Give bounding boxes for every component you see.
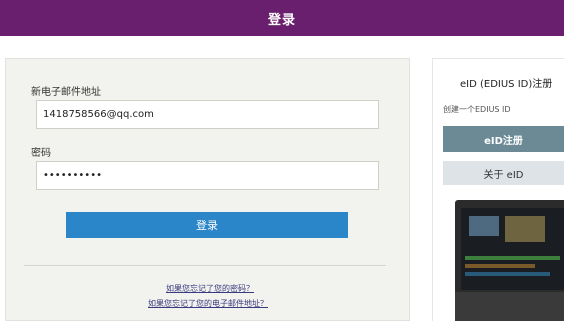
email-label: 新电子邮件地址 [31, 87, 101, 98]
divider [24, 265, 386, 266]
password-field[interactable] [36, 161, 379, 190]
eid-title: eID (EDIUS ID)注册 [460, 79, 553, 90]
forgot-password-link[interactable]: 如果您忘记了您的密码？ [166, 283, 254, 294]
login-button[interactable]: 登录 [66, 212, 348, 238]
timeline-track [465, 272, 550, 276]
about-eid-button[interactable]: 关于 eID [443, 161, 564, 185]
preview-pane [505, 216, 545, 242]
page-title: 登录 [267, 12, 296, 28]
laptop-screen [461, 208, 564, 290]
timeline-track [465, 256, 560, 260]
laptop-keyboard [455, 292, 564, 321]
forgot-email-link[interactable]: 如果您忘记了您的电子邮件地址？ [148, 298, 268, 309]
eid-subtitle: 创建一个EDIUS ID [443, 105, 511, 114]
preview-pane [469, 216, 499, 236]
edius-laptop-image [455, 200, 564, 321]
header-bar: 登录 [0, 0, 564, 36]
email-field[interactable] [36, 100, 379, 129]
password-label: 密码 [31, 148, 51, 159]
eid-register-button[interactable]: eID注册 [443, 126, 564, 152]
timeline-track [465, 264, 535, 268]
